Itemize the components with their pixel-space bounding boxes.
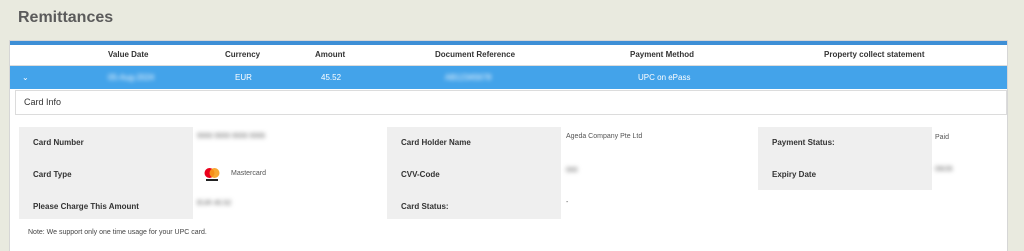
col-property-collect-statement[interactable]: Property collect statement — [824, 50, 924, 59]
payment-method-cell: UPC on ePass — [638, 73, 691, 82]
card-status-value: - — [566, 199, 569, 206]
please-charge-value: EUR 45.52 — [197, 200, 232, 207]
card-holder-name-label: Card Holder Name — [401, 138, 471, 147]
card-info-title: Card Info — [24, 97, 62, 107]
expiry-date-label: Expiry Date — [772, 170, 817, 179]
card-status-label: Card Status: — [401, 202, 449, 211]
card-type-label: Card Type — [33, 170, 72, 179]
col-value-date[interactable]: Value Date — [108, 50, 148, 59]
col-currency[interactable]: Currency — [225, 50, 260, 59]
cvv-code-label: CVV-Code — [401, 170, 440, 179]
value-date-cell: 05-Aug-2024 — [108, 73, 155, 82]
col-document-reference[interactable]: Document Reference — [435, 50, 515, 59]
table-header: Value Date Currency Amount Document Refe… — [10, 45, 1007, 66]
please-charge-label: Please Charge This Amount — [33, 202, 139, 211]
card-holder-name-value: Ageda Company Pte Ltd — [566, 133, 643, 140]
table-row-selected[interactable]: ⌄ 05-Aug-2024 EUR 45.52 AB12345678 UPC o… — [10, 66, 1007, 89]
card-type-value: Mastercard — [231, 170, 267, 177]
document-reference-cell: AB12345678 — [445, 73, 492, 82]
page-title: Remittances — [18, 9, 114, 26]
card-number-label: Card Number — [33, 138, 84, 147]
col-payment-method[interactable]: Payment Method — [630, 50, 694, 59]
mastercard-icon — [202, 166, 222, 182]
card-info-label-column-3 — [758, 127, 932, 190]
amount-cell: 45.52 — [321, 73, 342, 82]
col-amount[interactable]: Amount — [315, 50, 345, 59]
card-info-header: Card Info — [15, 90, 1007, 115]
remittances-panel: Value Date Currency Amount Document Refe… — [10, 41, 1007, 251]
currency-cell: EUR — [235, 73, 252, 82]
card-number-value: 5555 5555 5555 5555 — [197, 133, 266, 140]
cvv-code-value: 000 — [566, 167, 578, 174]
payment-status-label: Payment Status: — [772, 138, 835, 147]
expiry-date-value: 09/26 — [935, 166, 953, 173]
payment-status-value: Paid — [935, 134, 950, 141]
upc-usage-note: Note: We support only one time usage for… — [28, 229, 207, 236]
chevron-down-icon[interactable]: ⌄ — [22, 73, 29, 82]
